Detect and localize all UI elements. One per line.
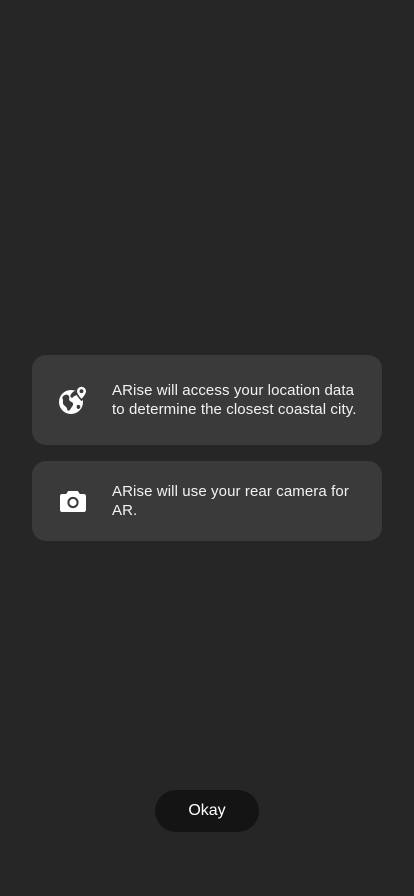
globe-location-icon — [57, 384, 89, 416]
permissions-screen: ARise will access your location data to … — [0, 0, 414, 896]
location-permission-card: ARise will access your location data to … — [32, 355, 382, 445]
okay-button[interactable]: Okay — [155, 790, 259, 832]
camera-icon — [57, 485, 89, 517]
camera-permission-text: ARise will use your rear camera for AR. — [112, 483, 349, 519]
location-permission-text: ARise will access your location data to … — [112, 382, 357, 418]
camera-permission-card: ARise will use your rear camera for AR. — [32, 461, 382, 541]
